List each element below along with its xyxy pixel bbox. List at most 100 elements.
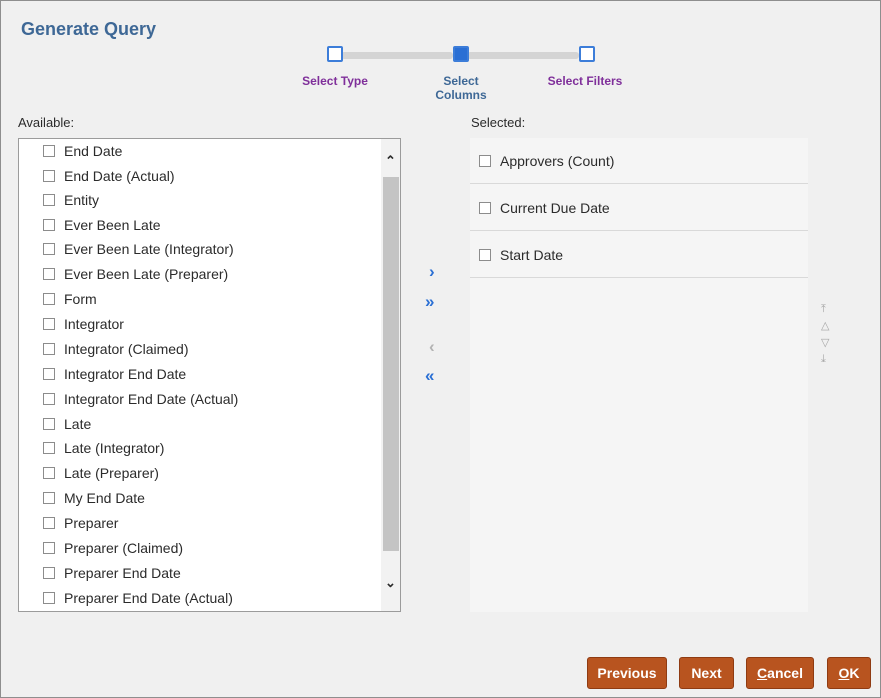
double-chevron-right-icon[interactable]: » [425, 293, 434, 311]
checkbox[interactable] [43, 418, 55, 430]
selected-label: Selected: [471, 115, 526, 130]
train-connector-1 [341, 52, 453, 59]
next-button[interactable]: Next [679, 657, 734, 689]
list-item[interactable]: Late (Integrator) [43, 437, 164, 459]
list-item-label: Ever Been Late (Integrator) [64, 241, 234, 257]
list-item[interactable]: Ever Been Late (Integrator) [43, 238, 234, 260]
previous-button[interactable]: Previous [587, 657, 667, 689]
list-item-label: End Date [64, 143, 123, 159]
checkbox[interactable] [43, 170, 55, 182]
list-item-label: Integrator (Claimed) [64, 341, 189, 357]
chevron-right-icon[interactable]: › [429, 263, 435, 281]
list-item[interactable]: Entity [43, 189, 99, 211]
step-select-type-label[interactable]: Select Type [285, 74, 385, 88]
cancel-label-rest: ancel [767, 665, 803, 681]
step-select-type-marker[interactable] [327, 46, 343, 62]
list-item[interactable]: Ever Been Late (Preparer) [43, 263, 228, 285]
list-item[interactable]: Integrator [43, 313, 124, 335]
list-item-label: Ever Been Late [64, 217, 161, 233]
list-item[interactable]: End Date (Actual) [43, 165, 175, 187]
double-chevron-left-icon[interactable]: « [425, 367, 434, 385]
available-label: Available: [18, 115, 75, 130]
checkbox[interactable] [43, 318, 55, 330]
list-item[interactable]: End Date [43, 140, 122, 162]
checkbox[interactable] [43, 442, 55, 454]
checkbox[interactable] [43, 592, 55, 604]
checkbox[interactable] [43, 243, 55, 255]
list-item-label: Late (Preparer) [64, 465, 159, 481]
checkbox[interactable] [43, 368, 55, 380]
list-item-label: Integrator End Date [64, 366, 187, 382]
list-item[interactable]: Form [43, 288, 97, 310]
checkbox[interactable] [43, 268, 55, 280]
list-item-label: Preparer End Date [64, 565, 181, 581]
scroll-down-icon[interactable]: ⌄ [385, 575, 396, 591]
list-item[interactable]: Current Due Date [470, 185, 808, 231]
list-item-label: Approvers (Count) [500, 152, 615, 169]
dialog-title: Generate Query [21, 19, 157, 39]
list-item-label: End Date (Actual) [64, 168, 175, 184]
move-to-top-icon[interactable]: ⤒ [821, 303, 826, 315]
list-item-label: Preparer End Date (Actual) [64, 590, 233, 606]
list-item-label: Start Date [500, 246, 564, 263]
checkbox[interactable] [479, 201, 491, 214]
step-select-filters-label[interactable]: Select Filters [533, 74, 637, 88]
step-label-line2: Columns [435, 88, 487, 102]
list-item[interactable]: Integrator (Claimed) [43, 338, 189, 360]
checkbox[interactable] [479, 154, 491, 167]
generate-query-dialog: Generate Query Select Type Select Column… [0, 0, 881, 698]
train-connector-2 [467, 52, 579, 59]
list-item[interactable]: Ever Been Late [43, 214, 161, 236]
list-item-label: Integrator End Date (Actual) [64, 391, 239, 407]
step-select-columns-marker[interactable] [453, 46, 469, 62]
checkbox[interactable] [43, 219, 55, 231]
checkbox[interactable] [43, 492, 55, 504]
list-item[interactable]: My End Date [43, 487, 145, 509]
list-item-label: Late (Integrator) [64, 440, 165, 456]
list-item[interactable]: Late [43, 413, 91, 435]
ok-mnemonic: O [838, 665, 850, 681]
selected-list[interactable]: Approvers (Count) Current Due Date Start… [470, 138, 808, 612]
step-select-filters-marker[interactable] [579, 46, 595, 62]
list-item-label: Preparer (Claimed) [64, 540, 184, 556]
list-item[interactable]: Start Date [470, 232, 808, 278]
list-item-label: My End Date [64, 490, 145, 506]
list-item[interactable]: Preparer End Date [43, 562, 181, 584]
checkbox[interactable] [43, 467, 55, 479]
list-item[interactable]: Preparer (Claimed) [43, 537, 183, 559]
scrollbar-thumb[interactable] [383, 177, 399, 551]
cancel-mnemonic: C [757, 665, 768, 681]
list-item-label: Late [64, 416, 92, 432]
list-item-label: Ever Been Late (Preparer) [64, 266, 229, 282]
chevron-left-icon[interactable]: ‹ [429, 338, 435, 356]
checkbox[interactable] [43, 194, 55, 206]
checkbox[interactable] [43, 145, 55, 157]
step-select-columns-label: Select Columns [411, 74, 511, 102]
checkbox[interactable] [43, 393, 55, 405]
available-list[interactable]: End Date End Date (Actual) Entity Ever B… [18, 138, 401, 612]
list-item[interactable]: Preparer [43, 512, 118, 534]
checkbox[interactable] [43, 517, 55, 529]
list-item[interactable]: Preparer End Date (Actual) [43, 587, 233, 609]
list-item-label: Preparer [64, 515, 119, 531]
list-item-label: Current Due Date [500, 199, 610, 216]
list-item[interactable]: Integrator End Date (Actual) [43, 388, 238, 410]
list-item-label: Form [64, 291, 97, 307]
available-scrollbar[interactable]: ⌃ ⌄ [381, 139, 400, 611]
move-up-icon[interactable]: △ [821, 320, 829, 332]
checkbox[interactable] [479, 248, 491, 261]
move-to-bottom-icon[interactable]: ⤓ [821, 353, 826, 365]
step-label-line1: Select [443, 74, 479, 88]
list-item[interactable]: Integrator End Date [43, 363, 186, 385]
checkbox[interactable] [43, 343, 55, 355]
checkbox[interactable] [43, 567, 55, 579]
checkbox[interactable] [43, 542, 55, 554]
list-item-label: Entity [64, 192, 100, 208]
list-item[interactable]: Late (Preparer) [43, 462, 159, 484]
list-item[interactable]: Approvers (Count) [470, 138, 808, 184]
checkbox[interactable] [43, 293, 55, 305]
scroll-up-icon[interactable]: ⌃ [385, 153, 396, 169]
ok-button[interactable]: OK [827, 657, 871, 689]
cancel-button[interactable]: Cancel [746, 657, 814, 689]
move-down-icon[interactable]: ▽ [821, 337, 829, 349]
